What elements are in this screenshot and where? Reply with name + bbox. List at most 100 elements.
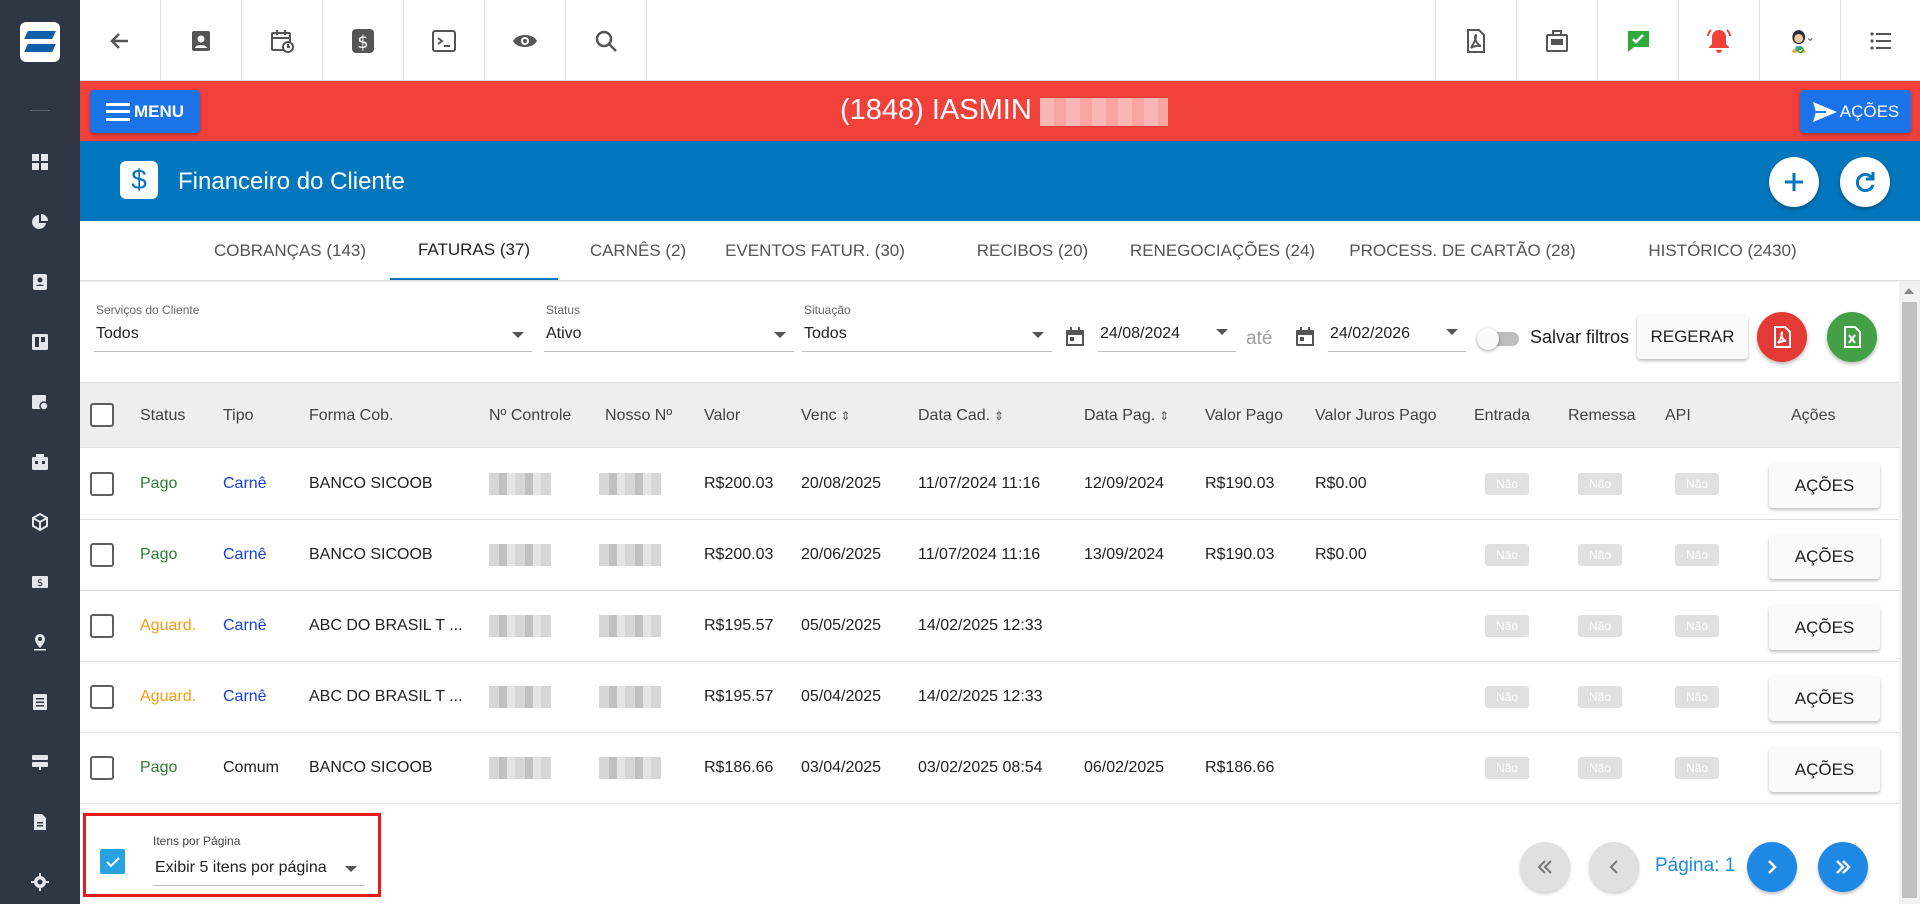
file-icon[interactable]	[30, 812, 50, 832]
menu-button-label: MENU	[133, 101, 185, 121]
chevron-left-icon	[1609, 860, 1618, 874]
row-checkbox[interactable]	[90, 756, 114, 780]
gear-icon[interactable]	[30, 872, 50, 892]
row-actions-button[interactable]: AÇÕES	[1769, 534, 1880, 579]
alarm-bell-button[interactable]	[1678, 0, 1759, 81]
actions-button[interactable]: AÇÕES	[1800, 90, 1911, 133]
schedule-button[interactable]	[242, 0, 323, 81]
cube-icon[interactable]	[30, 512, 50, 532]
tab-carnes[interactable]: CARNÊS (2)	[576, 221, 700, 280]
date-to-value: 24/02/2026	[1330, 325, 1411, 342]
save-filters-toggle[interactable]	[1477, 328, 1521, 350]
row-checkbox[interactable]	[90, 685, 114, 709]
calendar-clock-icon[interactable]	[30, 392, 50, 412]
col-venc[interactable]: Venc ⇕	[801, 407, 851, 425]
servicos-label: Serviços do Cliente	[96, 303, 200, 317]
row-forma-cob: BANCO SICOOB	[309, 759, 433, 776]
situacao-select[interactable]: Situação Todos	[802, 303, 1052, 352]
user-avatar-button[interactable]	[1759, 0, 1840, 81]
servicos-select[interactable]: Serviços do Cliente Todos	[94, 303, 532, 352]
situacao-value: Todos	[804, 325, 847, 342]
board-icon[interactable]	[30, 332, 50, 352]
financial-button[interactable]: $	[323, 0, 404, 81]
row-valor-pago: R$186.66	[1205, 759, 1275, 776]
footer-checkbox[interactable]	[100, 849, 125, 874]
pdf-button[interactable]	[1435, 0, 1516, 81]
refresh-icon	[1855, 172, 1875, 192]
first-page-button[interactable]	[1520, 842, 1570, 892]
building-icon[interactable]	[30, 452, 50, 472]
col-data-cad[interactable]: Data Cad. ⇕	[918, 407, 1004, 425]
calendar-icon[interactable]	[1063, 325, 1087, 349]
terminal-button[interactable]	[404, 0, 485, 81]
server-icon[interactable]	[30, 752, 50, 772]
row-actions-button[interactable]: AÇÕES	[1769, 605, 1880, 650]
tab-historico[interactable]: HISTÓRICO (2430)	[1630, 221, 1815, 280]
row-venc: 03/04/2025	[801, 759, 882, 776]
back-button[interactable]	[80, 0, 161, 81]
status-label: Status	[546, 303, 581, 317]
tab-recibos[interactable]: RECIBOS (20)	[960, 221, 1105, 280]
add-button[interactable]	[1769, 157, 1819, 207]
scroll-up-arrow-icon[interactable]	[1904, 288, 1914, 294]
last-page-button[interactable]	[1818, 842, 1868, 892]
regerar-button[interactable]: REGERAR	[1637, 314, 1748, 359]
per-page-select[interactable]: Exibir 5 itens por página	[153, 850, 365, 886]
row-data-cad: 14/02/2025 12:33	[918, 688, 1043, 705]
row-actions-button[interactable]: AÇÕES	[1769, 747, 1880, 792]
date-to-input[interactable]: 24/02/2026	[1328, 303, 1466, 352]
approved-messages-button[interactable]	[1597, 0, 1678, 81]
pie-chart-icon[interactable]	[30, 212, 50, 232]
row-valor: R$195.57	[704, 617, 774, 634]
row-actions-button[interactable]: AÇÕES	[1769, 676, 1880, 721]
office-button[interactable]	[1516, 0, 1597, 81]
top-toolbar: $	[80, 0, 1920, 81]
tab-process-cartao[interactable]: PROCESS. DE CARTÃO (28)	[1345, 221, 1580, 280]
search-button[interactable]	[566, 0, 647, 81]
redacted-controle	[489, 615, 551, 637]
vertical-scrollbar[interactable]	[1899, 282, 1920, 904]
row-checkbox[interactable]	[90, 614, 114, 638]
status-value: Ativo	[546, 325, 582, 342]
redacted-controle	[489, 757, 551, 779]
col-data-pag[interactable]: Data Pag. ⇕	[1084, 407, 1169, 425]
dashboard-icon[interactable]	[30, 152, 50, 172]
row-status: Aguard.	[140, 617, 197, 634]
select-all-checkbox[interactable]	[90, 403, 114, 427]
date-from-input[interactable]: 24/08/2024	[1098, 303, 1236, 352]
row-data-cad: 11/07/2024 11:16	[918, 546, 1041, 563]
contacts-icon[interactable]	[30, 272, 50, 292]
client-card-button[interactable]	[161, 0, 242, 81]
export-pdf-button[interactable]	[1757, 312, 1807, 362]
chevron-down-icon	[512, 332, 524, 338]
tab-cobrancas[interactable]: COBRANÇAS (143)	[200, 221, 380, 280]
status-select[interactable]: Status Ativo	[544, 303, 794, 352]
chevron-down-icon	[1032, 332, 1044, 338]
next-page-button[interactable]	[1747, 842, 1797, 892]
list-menu-button[interactable]	[1840, 0, 1920, 81]
menu-button[interactable]: MENU	[90, 90, 200, 133]
refresh-button[interactable]	[1840, 157, 1890, 207]
tab-faturas[interactable]: FATURAS (37)	[390, 221, 558, 280]
row-actions-button[interactable]: AÇÕES	[1769, 463, 1880, 508]
map-pin-icon[interactable]	[30, 632, 50, 652]
row-tipo: Carnê	[223, 688, 267, 705]
tab-renegociacoes[interactable]: RENEGOCIAÇÕES (24)	[1120, 221, 1325, 280]
money-icon[interactable]: $	[30, 572, 50, 592]
view-button[interactable]	[485, 0, 566, 81]
sidebar-divider	[30, 110, 50, 111]
app-logo[interactable]	[20, 22, 60, 62]
section-title: Financeiro do Cliente	[178, 168, 405, 195]
row-status: Pago	[140, 546, 178, 563]
row-checkbox[interactable]	[90, 543, 114, 567]
scrollbar-thumb[interactable]	[1902, 302, 1917, 898]
left-sidebar: $	[0, 0, 80, 904]
redacted-nosso-numero	[599, 473, 661, 495]
prev-page-button[interactable]	[1589, 842, 1639, 892]
row-checkbox[interactable]	[90, 472, 114, 496]
tab-eventos-fatur[interactable]: EVENTOS FATUR. (30)	[720, 221, 910, 280]
dollar-icon: $	[120, 161, 158, 199]
export-excel-button[interactable]	[1827, 312, 1877, 362]
calendar-icon[interactable]	[1293, 325, 1317, 349]
list-document-icon[interactable]	[30, 692, 50, 712]
